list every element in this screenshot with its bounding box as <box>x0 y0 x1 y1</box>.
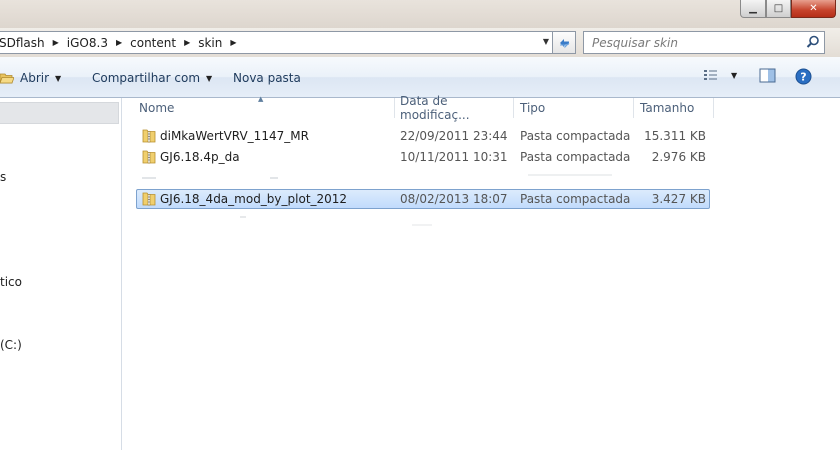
drag-artifact <box>528 174 612 176</box>
breadcrumb-item[interactable]: iGO8.3 ▶ <box>62 36 125 50</box>
file-date: 22/09/2011 23:44 <box>400 129 508 143</box>
address-history-dropdown-icon[interactable]: ▼ <box>543 37 549 46</box>
close-button[interactable]: ✕ <box>791 0 836 18</box>
breadcrumb-item[interactable]: content ▶ <box>125 36 193 50</box>
breadcrumb-separator-icon[interactable]: ▶ <box>227 38 239 47</box>
maximize-icon: □ <box>773 3 784 14</box>
breadcrumb-label: content <box>130 35 177 50</box>
open-folder-icon <box>0 73 14 84</box>
search-input[interactable] <box>584 34 799 51</box>
drag-artifact <box>142 177 156 179</box>
column-header-type[interactable]: Tipo <box>514 98 634 118</box>
column-header-date[interactable]: Data de modificaç... <box>394 94 514 122</box>
file-list: ▲ Nome Data de modificaç... Tipo Tamanho… <box>122 94 840 450</box>
new-folder-button[interactable]: Nova pasta <box>233 71 301 85</box>
breadcrumb-label: iGO8.3 <box>66 35 108 50</box>
search-box[interactable] <box>583 31 825 54</box>
file-type: Pasta compactada <box>520 129 631 143</box>
breadcrumb-label: skin <box>198 35 223 50</box>
breadcrumb-label: SDflash <box>0 35 45 50</box>
column-header-size[interactable]: Tamanho <box>634 98 714 118</box>
breadcrumb-item[interactable]: skin ▶ <box>193 36 239 50</box>
column-header-name[interactable]: Nome <box>133 98 395 118</box>
chevron-down-icon: ▼ <box>206 73 213 83</box>
compressed-folder-icon <box>142 129 156 143</box>
command-toolbar: Abrir ▼ Compartilhar com ▼ Nova pasta ▼ … <box>0 57 840 98</box>
file-row[interactable]: GJ6.18.4p_da 10/11/2011 10:31 Pasta comp… <box>136 147 710 167</box>
preview-pane-icon <box>759 68 776 83</box>
file-size: 2.976 KB <box>651 150 706 164</box>
drag-artifact <box>270 177 278 179</box>
help-button[interactable]: ? <box>795 68 812 85</box>
nav-item[interactable]: s <box>0 170 6 184</box>
compressed-folder-icon <box>142 192 156 206</box>
breadcrumb-separator-icon[interactable]: ▶ <box>181 38 193 47</box>
navigation-bar: SDflash ▶ iGO8.3 ▶ content ▶ skin ▶ ▼ <box>0 28 840 57</box>
share-label: Compartilhar com <box>92 71 201 85</box>
preview-pane-button[interactable] <box>759 68 776 83</box>
address-bar[interactable]: SDflash ▶ iGO8.3 ▶ content ▶ skin ▶ ▼ <box>0 31 553 54</box>
help-icon: ? <box>795 68 812 85</box>
breadcrumb-separator-icon[interactable]: ▶ <box>50 38 62 47</box>
navigation-pane: s tico (C:) <box>0 98 122 450</box>
file-size: 15.311 KB <box>644 129 706 143</box>
open-button[interactable]: Abrir ▼ <box>0 71 61 85</box>
view-options-button[interactable]: ▼ <box>703 68 737 82</box>
file-date: 10/11/2011 10:31 <box>400 150 508 164</box>
drag-artifact <box>240 216 246 218</box>
minimize-icon: ▁ <box>749 3 757 14</box>
chevron-down-icon: ▼ <box>731 70 738 80</box>
maximize-button[interactable]: □ <box>766 0 791 18</box>
file-row[interactable]: diMkaWertVRV_1147_MR 22/09/2011 23:44 Pa… <box>136 126 710 146</box>
share-button[interactable]: Compartilhar com ▼ <box>92 71 212 85</box>
file-type: Pasta compactada <box>520 150 631 164</box>
file-type: Pasta compactada <box>520 192 631 206</box>
file-row-selected[interactable]: GJ6.18_4da_mod_by_plot_2012 08/02/2013 1… <box>136 189 710 209</box>
view-options-icon <box>704 70 717 80</box>
nav-item[interactable]: (C:) <box>0 338 22 352</box>
file-name: diMkaWertVRV_1147_MR <box>160 129 309 143</box>
title-bar: ▁ □ ✕ <box>0 0 840 28</box>
drag-artifact <box>412 224 432 226</box>
nav-item[interactable]: tico <box>0 275 22 289</box>
breadcrumb-separator-icon[interactable]: ▶ <box>113 38 125 47</box>
nav-selected-item[interactable] <box>0 102 119 124</box>
window-controls: ▁ □ ✕ <box>740 0 836 18</box>
column-header-label: Tamanho <box>640 101 695 115</box>
column-header-label: Data de modificaç... <box>400 94 470 122</box>
open-label: Abrir <box>20 71 50 85</box>
minimize-button[interactable]: ▁ <box>740 0 766 18</box>
chevron-down-icon: ▼ <box>55 73 62 83</box>
new-folder-label: Nova pasta <box>233 71 301 85</box>
file-date: 08/02/2013 18:07 <box>400 192 508 206</box>
file-name: GJ6.18.4p_da <box>160 150 240 164</box>
svg-text:?: ? <box>800 71 806 84</box>
file-name: GJ6.18_4da_mod_by_plot_2012 <box>160 192 348 206</box>
refresh-icon <box>559 38 569 48</box>
search-icon[interactable] <box>806 35 820 49</box>
refresh-button[interactable] <box>553 31 576 54</box>
column-header-label: Nome <box>139 101 175 115</box>
column-header-label: Tipo <box>520 101 546 115</box>
compressed-folder-icon <box>142 150 156 164</box>
file-size: 3.427 KB <box>651 192 706 206</box>
close-icon: ✕ <box>809 3 818 14</box>
breadcrumb-item[interactable]: SDflash ▶ <box>0 36 62 50</box>
